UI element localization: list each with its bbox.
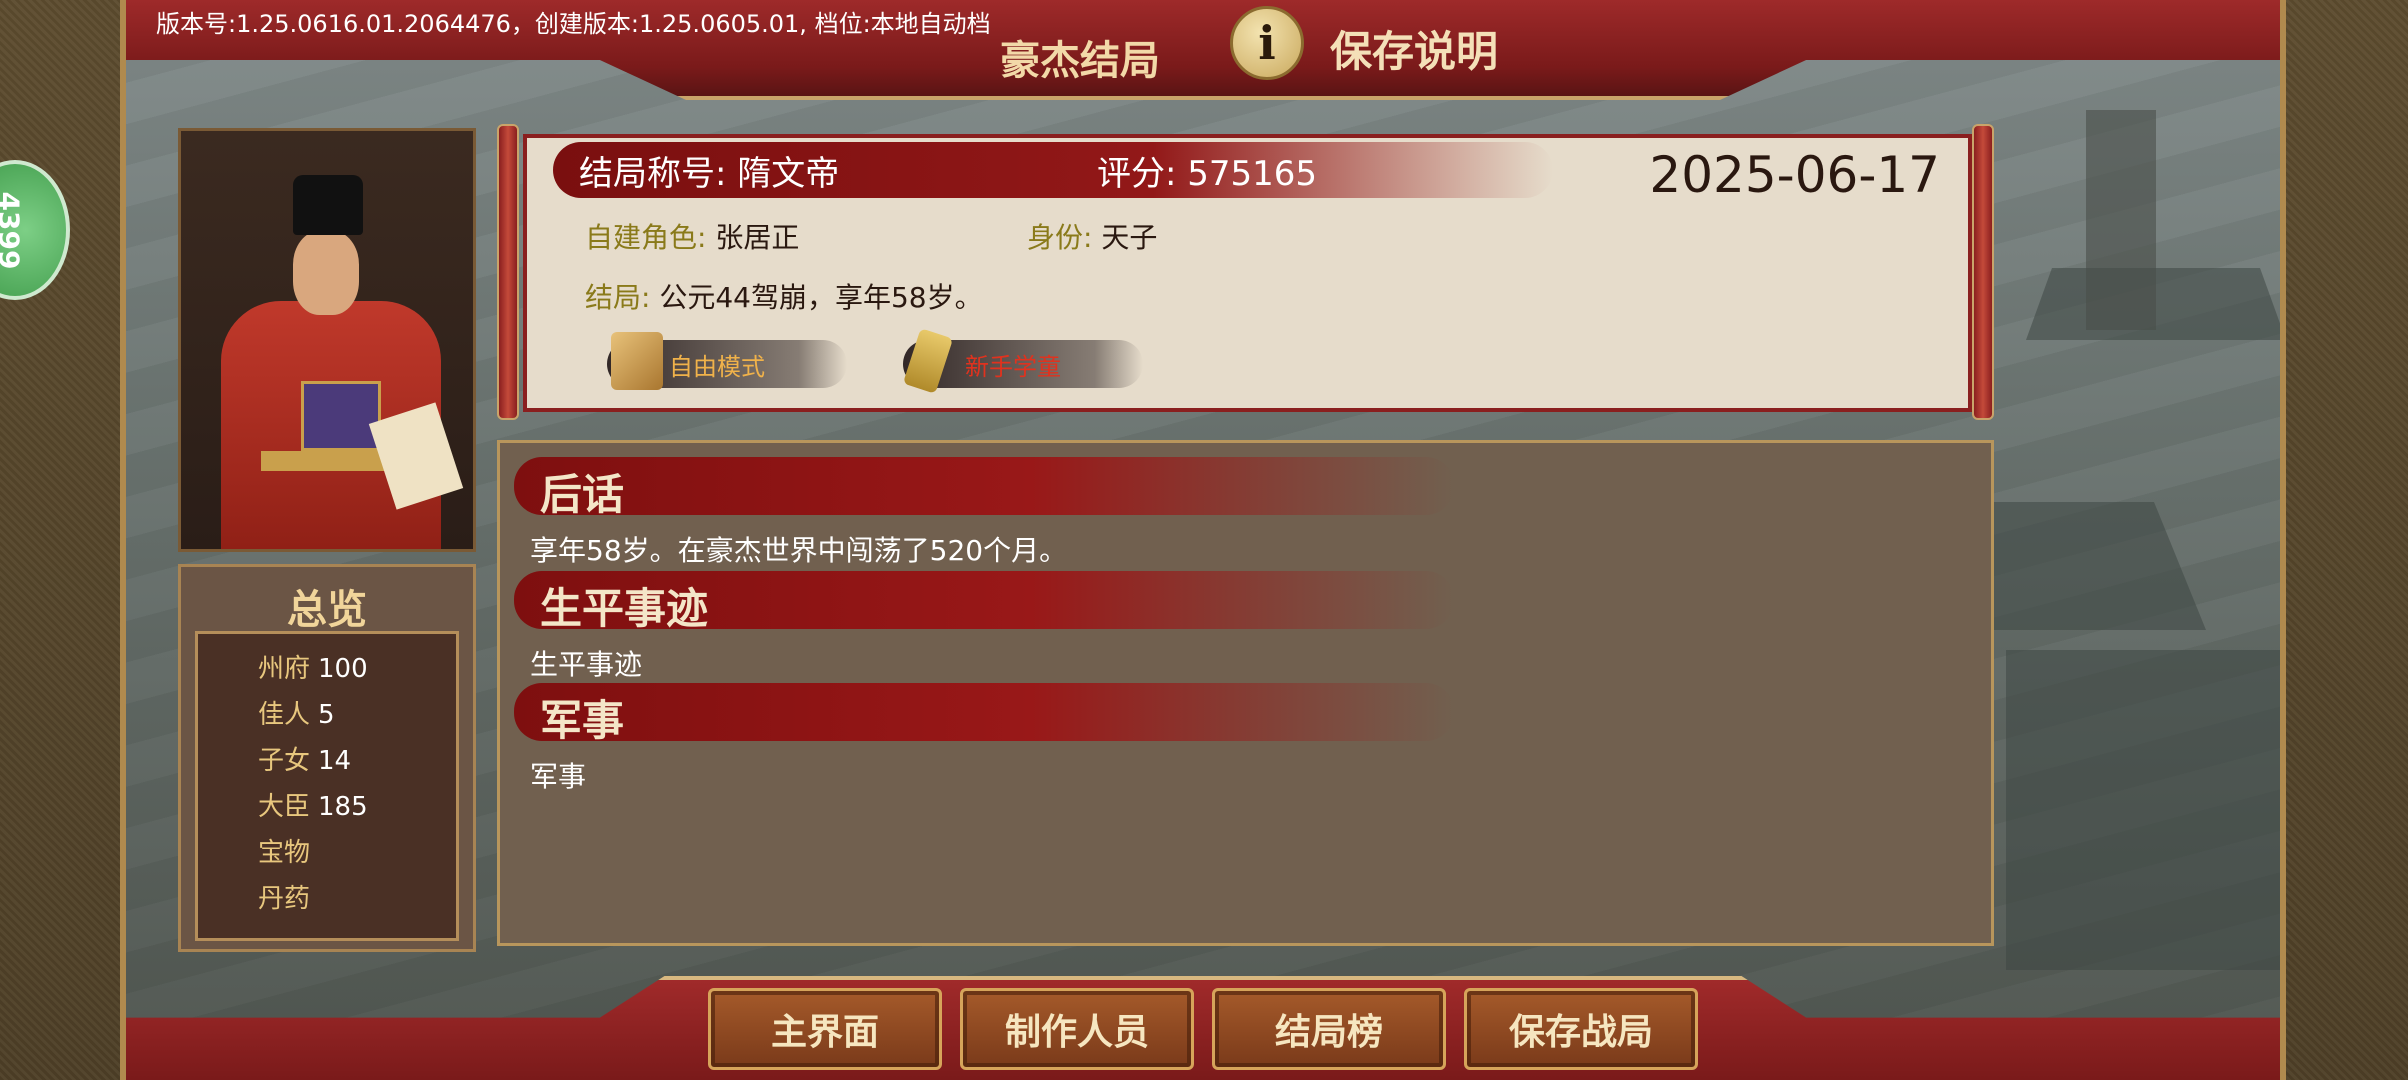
ending-card: 结局称号: 隋文帝 评分: 575165 2025-06-17 自建角色: 张居…	[523, 134, 1972, 412]
scroll-rod-right	[1972, 124, 1994, 420]
ending-date: 2025-06-17	[1649, 146, 1940, 204]
scroll-icon	[902, 328, 954, 394]
result-field: 结局: 公元44驾崩，享年58岁。	[585, 281, 983, 314]
portrait-face	[293, 231, 359, 315]
overview-item: 宝物	[258, 838, 311, 868]
background-roof	[2026, 268, 2280, 340]
credits-button[interactable]: 制作人员	[960, 988, 1194, 1070]
background-wall	[2006, 650, 2280, 970]
section-body-life-deeds: 生平事迹	[530, 648, 643, 681]
free-mode-badge: 自由模式	[607, 332, 847, 390]
overview-item: 丹药	[258, 884, 311, 914]
overview-panel: 总览 州府 100 佳人 5 子女 14 大臣 185 宝物 丹药	[178, 564, 476, 952]
ending-title: 结局称号: 隋文帝	[579, 154, 840, 194]
overview-title: 总览	[287, 587, 367, 633]
portrait-emblem	[301, 381, 381, 451]
screen-title: 豪杰结局	[1000, 38, 1160, 84]
save-description-button[interactable]: 保存说明	[1330, 18, 1498, 79]
overview-item: 大臣 185	[258, 792, 368, 822]
section-header-military: 军事	[514, 683, 1454, 745]
scroll-rod-left	[497, 124, 519, 420]
section-body-military: 军事	[530, 760, 587, 793]
overview-item: 子女 14	[258, 746, 352, 776]
bubble-label: 4399	[0, 191, 26, 269]
ending-score: 评分: 575165	[1097, 154, 1318, 194]
identity-field: 身份: 天子	[1027, 221, 1158, 254]
overview-item: 佳人 5	[258, 700, 335, 730]
info-button[interactable]: i	[1230, 6, 1304, 80]
character-portrait	[178, 128, 476, 552]
version-info: 版本号:1.25.0616.01.2064476，创建版本:1.25.0605.…	[156, 10, 991, 38]
section-header-afterword: 后话	[514, 457, 1454, 519]
role-field: 自建角色: 张居正	[585, 221, 800, 254]
ranking-button[interactable]: 结局榜	[1212, 988, 1446, 1070]
novice-mode-badge: 新手学童	[902, 328, 1143, 394]
section-header-life-deeds: 生平事迹	[514, 571, 1454, 633]
overview-list: 州府 100 佳人 5 子女 14 大臣 185 宝物 丹药	[195, 631, 459, 941]
info-icon: i	[1258, 16, 1276, 70]
overview-item: 州府 100	[258, 654, 368, 684]
book-icon	[611, 332, 663, 390]
story-panel: 后话 享年58岁。在豪杰世界中闯荡了520个月。 生平事迹 生平事迹 军事 军事	[497, 440, 1994, 946]
save-battle-button[interactable]: 保存战局	[1464, 988, 1698, 1070]
section-body-afterword: 享年58岁。在豪杰世界中闯荡了520个月。	[530, 534, 1068, 567]
background-pagoda	[2086, 110, 2156, 330]
portrait-hat	[293, 175, 363, 235]
main-menu-button[interactable]: 主界面	[708, 988, 942, 1070]
